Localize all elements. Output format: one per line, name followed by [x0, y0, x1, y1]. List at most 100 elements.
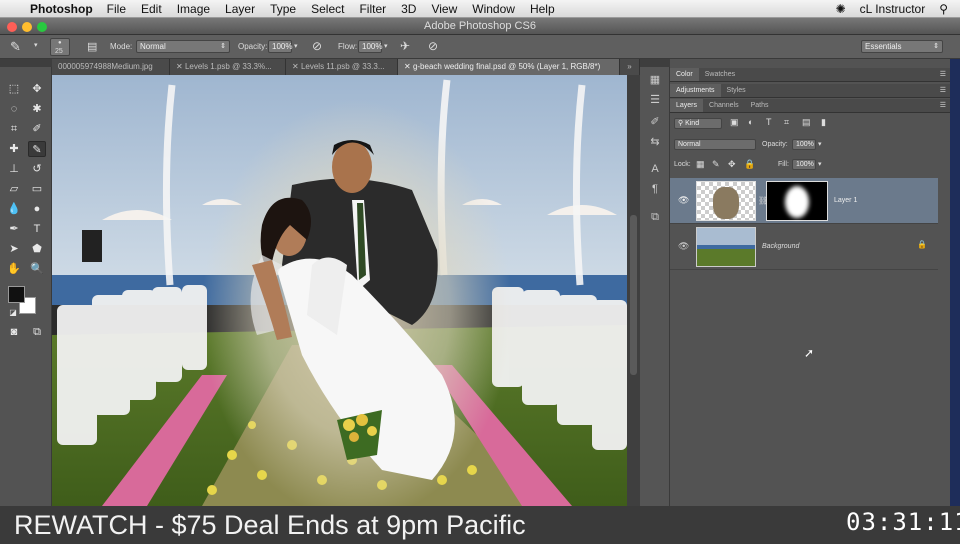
blur-tool-icon[interactable]: 💧: [5, 201, 23, 217]
foreground-color-swatch[interactable]: [8, 286, 25, 303]
tab-document-3[interactable]: ✕ Levels 11.psb @ 33.3...: [286, 59, 398, 75]
panel-menu-icon[interactable]: ☰: [940, 101, 946, 109]
default-colors-icon[interactable]: ◪: [4, 305, 22, 321]
brush-presets-icon[interactable]: ☰: [648, 93, 662, 107]
brightness-icon[interactable]: ✺: [836, 2, 846, 16]
tab-document-1[interactable]: 000005974988Medium.jpg: [52, 59, 170, 75]
spotlight-search-icon[interactable]: ⚲: [939, 2, 948, 16]
layer-name[interactable]: Layer 1: [834, 197, 857, 204]
layer-fill-input[interactable]: 100%: [792, 159, 816, 170]
type-tool-icon[interactable]: T: [28, 221, 46, 237]
flow-input[interactable]: 100%: [358, 40, 382, 53]
flow-slider-arrow-icon[interactable]: ▾: [384, 42, 388, 50]
tab-styles[interactable]: Styles: [721, 84, 752, 97]
tab-color[interactable]: Color: [670, 68, 699, 81]
eraser-tool-icon[interactable]: ▱: [5, 181, 23, 197]
dodge-tool-icon[interactable]: ●: [28, 201, 46, 217]
history-icon[interactable]: ▦: [648, 73, 662, 87]
move-tool-icon[interactable]: ✥: [28, 81, 46, 97]
filter-type-icon[interactable]: T: [766, 117, 772, 127]
lasso-tool-icon[interactable]: ◌: [5, 101, 23, 117]
scrollbar-thumb[interactable]: [630, 215, 637, 375]
brush-size-picker[interactable]: ● 25: [50, 38, 70, 56]
layer-1-thumbnail[interactable]: [696, 181, 756, 221]
menu-layer[interactable]: Layer: [225, 2, 255, 16]
filter-pixel-icon[interactable]: ▣: [730, 117, 739, 128]
layer-mask-thumbnail[interactable]: [766, 181, 828, 221]
user-name[interactable]: cL Instructor: [860, 2, 926, 16]
menu-edit[interactable]: Edit: [141, 2, 162, 16]
tab-channels[interactable]: Channels: [703, 99, 745, 112]
visibility-eye-icon[interactable]: 👁: [678, 241, 689, 252]
dock-header[interactable]: [640, 59, 670, 67]
app-menu[interactable]: Photoshop: [30, 2, 93, 16]
eyedropper-icon[interactable]: ✐: [28, 121, 46, 137]
lock-pixels-icon[interactable]: ✎: [712, 159, 720, 170]
blend-mode-select[interactable]: Normal: [674, 139, 756, 150]
filter-shape-icon[interactable]: ⌗: [784, 117, 789, 128]
rectangular-marquee-icon[interactable]: ⬚: [5, 81, 23, 97]
pressure-opacity-icon[interactable]: ⊘: [312, 39, 322, 53]
screen-mode-icon[interactable]: ⧉: [28, 324, 46, 340]
layer-name[interactable]: Background: [762, 243, 799, 250]
canvas-vertical-scrollbar[interactable]: [627, 75, 640, 506]
lock-transparent-icon[interactable]: ▦: [696, 159, 705, 170]
tools-panel-header[interactable]: [0, 59, 52, 67]
shape-tool-icon[interactable]: ⬟: [28, 241, 46, 257]
background-thumbnail[interactable]: [696, 227, 756, 267]
menu-select[interactable]: Select: [311, 2, 344, 16]
layer-filter-select[interactable]: ⚲ Kind: [674, 118, 722, 129]
menu-image[interactable]: Image: [177, 2, 210, 16]
healing-brush-icon[interactable]: ✚: [5, 141, 23, 157]
tab-paths[interactable]: Paths: [745, 99, 775, 112]
tab-document-active[interactable]: ✕ g-beach wedding final.psd @ 50% (Layer…: [398, 59, 620, 75]
tool-presets-icon[interactable]: ✐: [648, 115, 662, 129]
menu-3d[interactable]: 3D: [401, 2, 416, 16]
menu-file[interactable]: File: [107, 2, 126, 16]
quick-mask-icon[interactable]: ◙: [5, 324, 23, 340]
layer-row-layer-1[interactable]: 👁 ⛓ Layer 1: [670, 178, 938, 224]
mode-select[interactable]: Normal ⇕: [136, 40, 230, 53]
tab-adjustments[interactable]: Adjustments: [670, 84, 721, 97]
close-icon[interactable]: ✕: [404, 62, 413, 71]
brush-tool-icon[interactable]: ✎: [28, 141, 46, 157]
opacity-slider-arrow-icon[interactable]: ▾: [818, 140, 822, 148]
panel-menu-icon[interactable]: ☰: [940, 86, 946, 94]
clone-stamp-icon[interactable]: ⊥: [5, 161, 23, 177]
opacity-slider-arrow-icon[interactable]: ▾: [294, 42, 298, 50]
workspace-select[interactable]: Essentials ⇕: [861, 40, 943, 53]
hand-tool-icon[interactable]: ✋: [5, 261, 23, 277]
path-selection-icon[interactable]: ➤: [5, 241, 23, 257]
panel-menu-icon[interactable]: ☰: [940, 70, 946, 78]
history-brush-icon[interactable]: ↺: [28, 161, 46, 177]
layer-comps-icon[interactable]: ⧉: [648, 211, 662, 225]
zoom-window-button[interactable]: [37, 22, 47, 32]
paragraph-icon[interactable]: ¶: [648, 183, 662, 197]
visibility-eye-icon[interactable]: 👁: [678, 195, 689, 206]
fill-slider-arrow-icon[interactable]: ▾: [818, 160, 822, 168]
close-icon[interactable]: ✕: [292, 62, 301, 71]
document-canvas[interactable]: [52, 75, 627, 506]
tab-layers[interactable]: Layers: [670, 99, 704, 112]
layer-row-background[interactable]: 👁 Background 🔒: [670, 224, 938, 270]
close-window-button[interactable]: [7, 22, 17, 32]
opacity-input[interactable]: 100%: [268, 40, 292, 53]
menu-view[interactable]: View: [431, 2, 457, 16]
tab-overflow-button[interactable]: »: [620, 59, 640, 75]
brush-panel-toggle-icon[interactable]: ▤: [87, 40, 97, 53]
airbrush-icon[interactable]: ✈: [400, 39, 410, 53]
menu-window[interactable]: Window: [472, 2, 515, 16]
crop-tool-icon[interactable]: ⌗: [5, 121, 23, 137]
brush-tool-preset-icon[interactable]: ✎: [10, 39, 21, 55]
menu-type[interactable]: Type: [270, 2, 296, 16]
layer-opacity-input[interactable]: 100%: [792, 139, 816, 150]
properties-icon[interactable]: ⇆: [648, 135, 662, 149]
tab-document-2[interactable]: ✕ Levels 1.psb @ 33.3%...: [170, 59, 286, 75]
filter-smart-object-icon[interactable]: ▤: [802, 117, 811, 128]
filter-adjustment-icon[interactable]: ◐: [748, 117, 753, 127]
pen-tool-icon[interactable]: ✒: [5, 221, 23, 237]
lock-position-icon[interactable]: ✥: [728, 159, 736, 170]
tab-swatches[interactable]: Swatches: [699, 68, 741, 81]
gradient-tool-icon[interactable]: ▭: [28, 181, 46, 197]
filter-toggle-icon[interactable]: ▮: [821, 117, 826, 128]
